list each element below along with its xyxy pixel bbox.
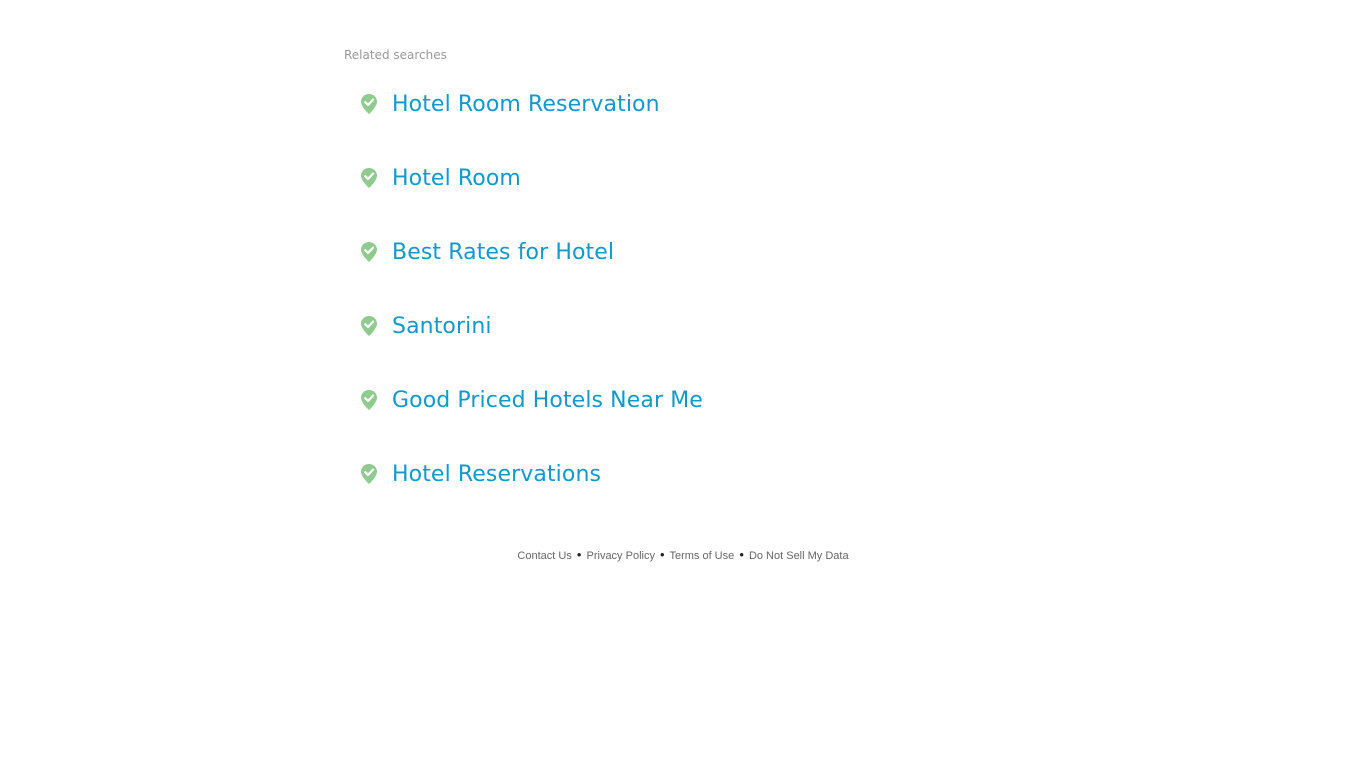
map-pin-check-icon (361, 316, 377, 336)
map-pin-check-icon (361, 94, 377, 114)
related-search-link-best-rates-for-hotel[interactable]: Best Rates for Hotel (360, 234, 614, 270)
related-search-label: Good Priced Hotels Near Me (392, 387, 703, 413)
related-search-link-santorini[interactable]: Santorini (360, 308, 492, 344)
map-pin-check-icon (361, 242, 377, 262)
list-item: Best Rates for Hotel (360, 234, 703, 308)
related-search-label: Hotel Room (392, 165, 521, 191)
footer-separator: • (660, 547, 665, 562)
footer-link-do-not-sell-my-data[interactable]: Do Not Sell My Data (749, 550, 849, 562)
list-item: Hotel Room (360, 160, 703, 234)
related-search-label: Hotel Reservations (392, 461, 602, 487)
related-search-label: Best Rates for Hotel (392, 239, 615, 265)
related-search-link-hotel-room[interactable]: Hotel Room (360, 160, 521, 196)
footer-link-terms-of-use[interactable]: Terms of Use (669, 550, 734, 562)
footer-separator: • (576, 547, 582, 562)
footer-separator: • (739, 547, 744, 562)
related-search-link-hotel-reservations[interactable]: Hotel Reservations (360, 456, 601, 492)
footer-link-contact-us[interactable]: Contact Us (517, 550, 571, 562)
related-search-label: Santorini (392, 313, 492, 339)
list-item: Good Priced Hotels Near Me (360, 382, 703, 456)
related-search-link-hotel-room-reservation[interactable]: Hotel Room Reservation (360, 86, 660, 122)
related-search-link-good-priced-hotels-near-me[interactable]: Good Priced Hotels Near Me (360, 382, 703, 418)
related-searches-section: Related searches Hotel Room Reservation (344, 46, 1024, 487)
map-pin-check-icon (361, 390, 377, 410)
page: Related searches Hotel Room Reservation (0, 0, 1366, 768)
list-item: Hotel Room Reservation (360, 86, 703, 160)
map-pin-check-icon (361, 168, 377, 188)
related-searches-heading: Related searches (344, 48, 447, 62)
list-item: Hotel Reservations (360, 456, 703, 530)
related-searches-list: Hotel Room Reservation Hotel Room Best R… (360, 86, 703, 530)
list-item: Santorini (360, 308, 703, 382)
map-pin-check-icon (361, 464, 377, 484)
footer: Contact Us • Privacy Policy • Terms of U… (0, 547, 1366, 564)
related-search-label: Hotel Room Reservation (392, 91, 660, 117)
footer-link-privacy-policy[interactable]: Privacy Policy (587, 550, 655, 562)
